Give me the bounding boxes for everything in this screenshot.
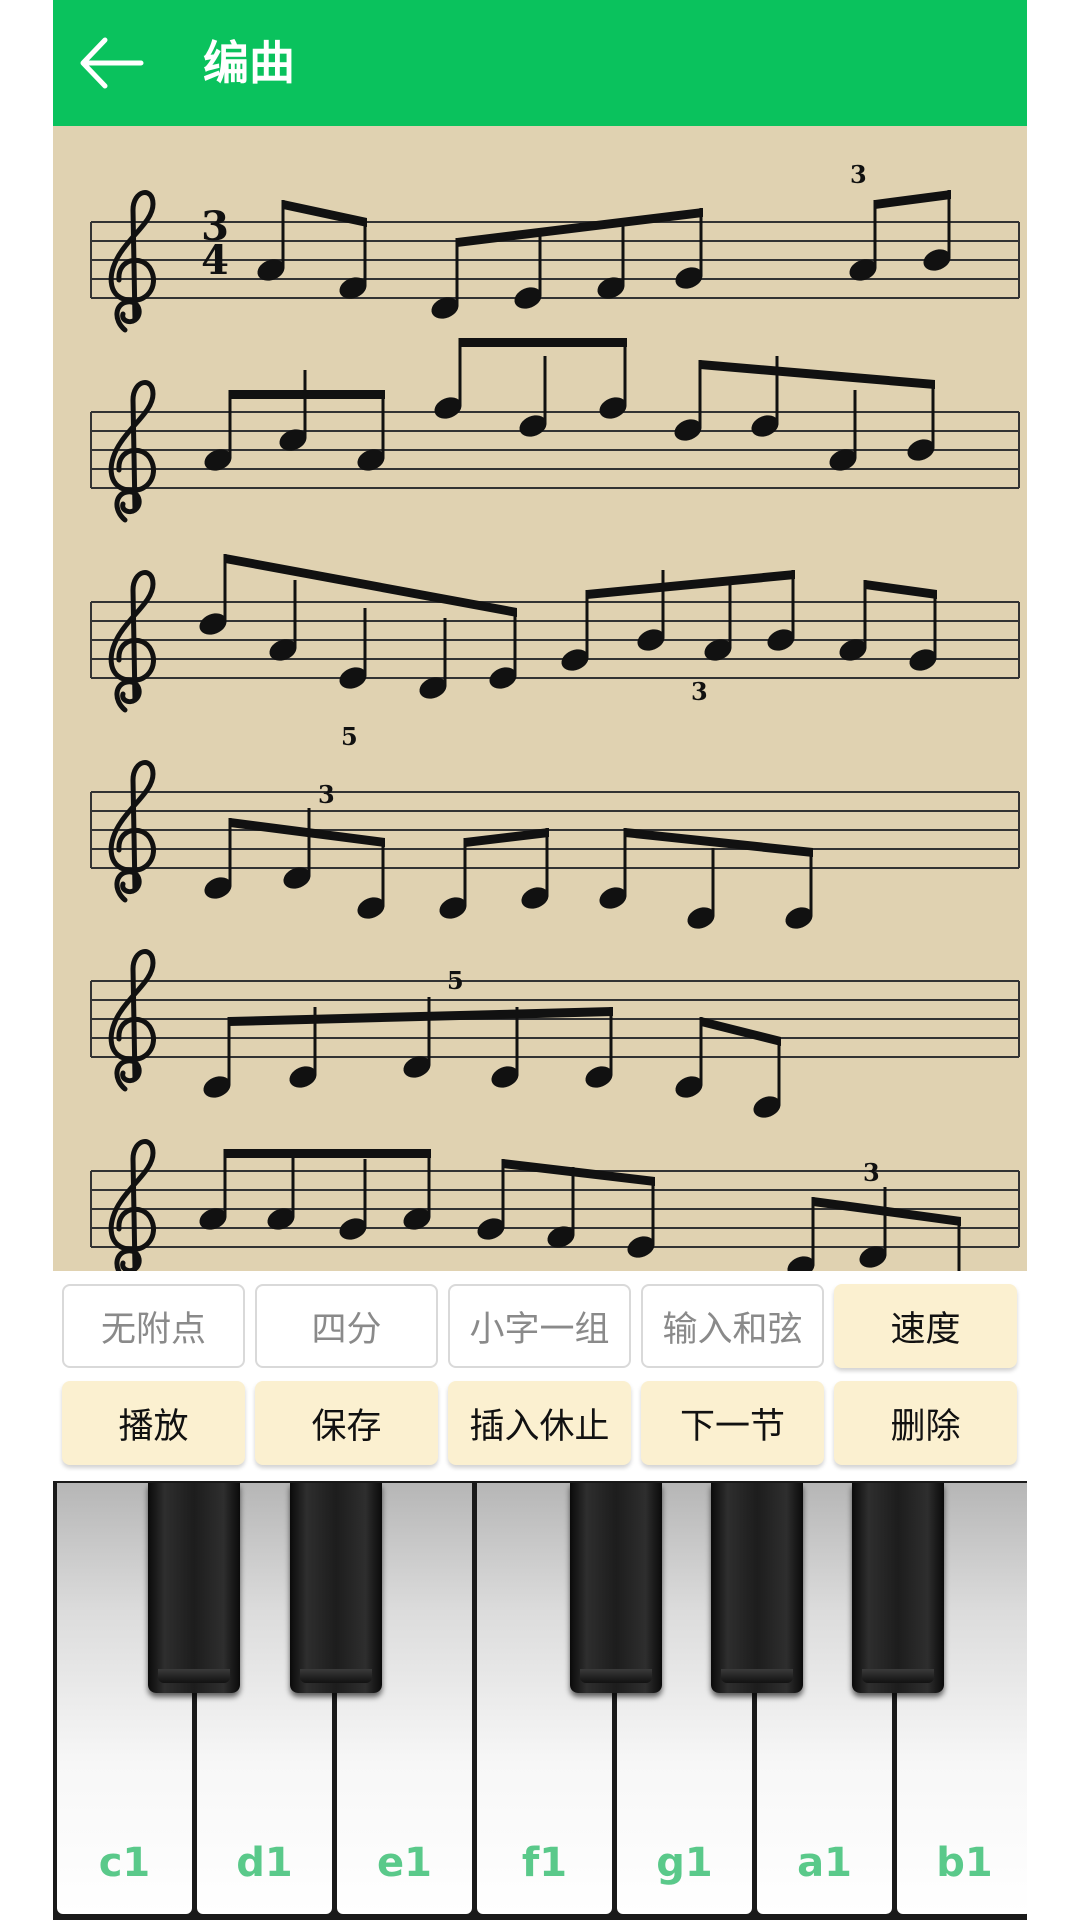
piano-key-d-sharp1[interactable] [290,1483,382,1693]
button-label: 插入休止 [469,1406,610,1447]
key-label: b1 [936,1840,993,1886]
app-header: 编曲 [53,0,1027,126]
app-root: 编曲 3 4 3 5 3 3 5 3 无附点 四分 小字一组 输入和弦 速度 播… [53,0,1027,1920]
button-label: 四分 [311,1309,382,1350]
music-score[interactable]: 3 4 3 5 3 3 5 3 [53,126,1027,1271]
tempo-button[interactable]: 速度 [834,1284,1017,1368]
note-beam [229,1007,613,1026]
save-button[interactable]: 保存 [255,1381,438,1465]
note-beam [701,1017,781,1046]
back-button[interactable] [75,28,147,98]
time-signature: 3 4 [195,207,235,284]
input-chord-button[interactable]: 输入和弦 [641,1284,824,1368]
treble-clef-icon [111,952,153,1089]
tuplet-label: 3 [691,677,708,706]
piano-key-a-sharp1[interactable] [852,1483,944,1693]
note-duration-button[interactable]: 四分 [255,1284,438,1368]
note-beam [813,1197,961,1226]
octave-group-button[interactable]: 小字一组 [448,1284,631,1368]
piano-key-f-sharp1[interactable] [570,1483,662,1693]
page-title: 编曲 [203,36,295,90]
delete-button[interactable]: 删除 [834,1381,1017,1465]
button-label: 删除 [890,1406,961,1447]
note-beam [865,580,937,599]
tuplet-label: 3 [863,1158,880,1187]
button-label: 速度 [890,1309,961,1350]
tuplet-label: 3 [318,780,335,809]
piano-keyboard: c1 d1 e1 f1 g1 a1 b1 [53,1481,1027,1920]
tuplet-label: 5 [341,722,358,751]
button-label: 下一节 [679,1406,785,1447]
piano-key-g-sharp1[interactable] [711,1483,803,1693]
note-beam [225,1149,431,1158]
note-beam [587,570,795,599]
button-label: 保存 [311,1406,382,1447]
piano-key-c-sharp1[interactable] [148,1483,240,1693]
tuplet-label: 5 [447,966,464,995]
staff-notation [90,190,1020,1271]
note-beam [225,554,517,617]
note-beam [700,360,935,389]
insert-rest-button[interactable]: 插入休止 [448,1381,631,1465]
button-label: 小字一组 [469,1309,610,1350]
key-label: a1 [797,1840,852,1886]
treble-clef-icon [111,763,153,900]
note-beam [625,828,813,857]
button-label: 播放 [118,1406,189,1447]
treble-clef-icon [111,193,153,330]
treble-clef-icon [111,383,153,520]
note-beam [875,190,951,209]
play-button[interactable]: 播放 [62,1381,245,1465]
tuplet-label: 3 [850,160,867,189]
button-label: 输入和弦 [662,1309,803,1350]
note-beam [230,390,385,399]
control-panel: 无附点 四分 小字一组 输入和弦 速度 播放 保存 插入休止 下一节 删除 [53,1271,1027,1481]
key-label: c1 [98,1840,151,1886]
note-beam [460,338,627,347]
arrow-left-icon [80,37,144,89]
treble-clef-icon [111,1142,153,1271]
note-beam [503,1159,655,1186]
button-label: 无附点 [100,1309,206,1350]
key-label: d1 [236,1840,293,1886]
key-label: g1 [656,1840,713,1886]
key-label: e1 [377,1840,432,1886]
dot-toggle-button[interactable]: 无附点 [62,1284,245,1368]
key-label: f1 [521,1840,568,1886]
staff-system [90,573,1020,710]
treble-clef-icon [111,573,153,710]
next-measure-button[interactable]: 下一节 [641,1381,824,1465]
time-signature-bottom: 4 [201,237,229,284]
